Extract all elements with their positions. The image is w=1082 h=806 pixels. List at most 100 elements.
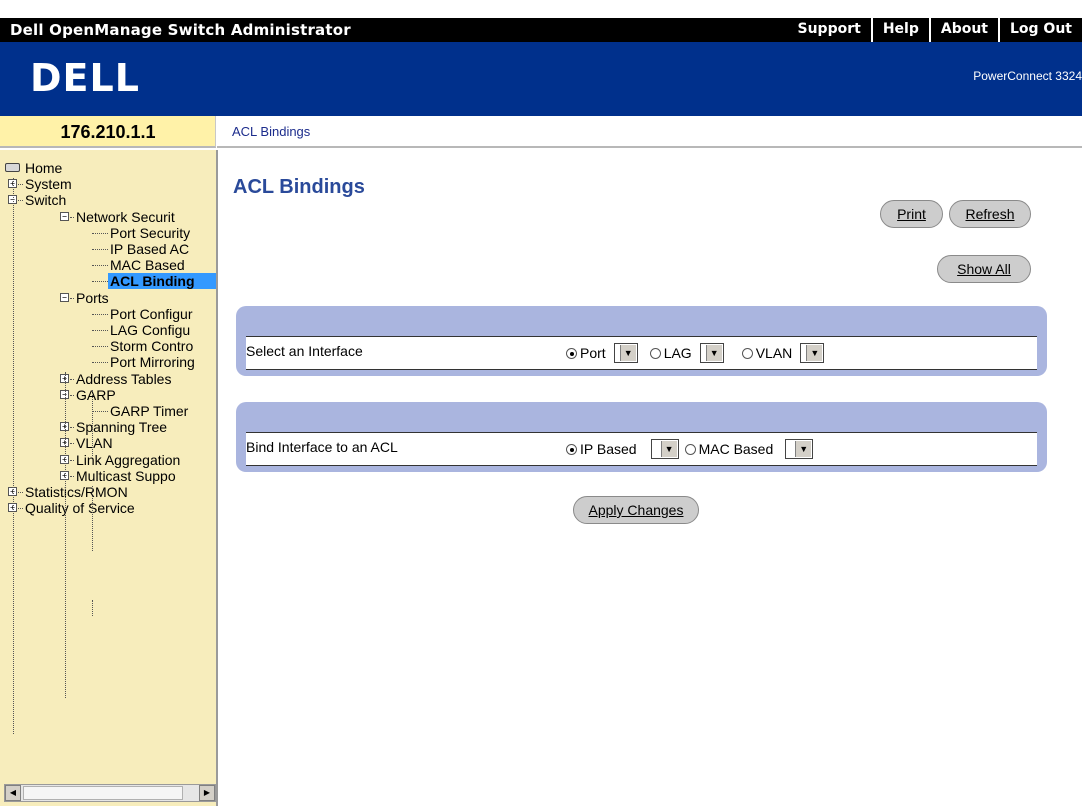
ip-based-acl-select[interactable]: ▼	[650, 439, 679, 459]
mac-based-radio[interactable]	[684, 443, 696, 455]
tree-connector	[18, 492, 23, 493]
tree-item-vlan[interactable]: VLAN	[76, 435, 113, 451]
port-select[interactable]: ▼	[613, 343, 638, 363]
ip-based-radio-label[interactable]: IP Based	[580, 441, 637, 457]
tree-connector	[92, 249, 108, 250]
refresh-button[interactable]: Refresh	[949, 200, 1031, 228]
tree-item-garp[interactable]: GARP	[76, 387, 116, 403]
vlan-radio[interactable]	[741, 347, 753, 359]
home-icon	[5, 163, 20, 172]
chevron-down-icon: ▼	[660, 441, 677, 457]
scroll-thumb[interactable]	[23, 786, 183, 800]
vlan-radio-label[interactable]: VLAN	[756, 345, 793, 361]
help-link[interactable]: Help	[870, 18, 929, 42]
tree-connector	[13, 178, 14, 734]
top-area: Dell OpenManage Switch Administrator Sup…	[0, 0, 1082, 42]
tree-item-spanning-tree[interactable]: Spanning Tree	[76, 419, 167, 435]
tree-item-port-security[interactable]: Port Security	[110, 225, 190, 241]
tree-connector	[70, 476, 74, 477]
tree-connector	[92, 314, 108, 315]
interface-row: Select an Interface Port ▼ LAG ▼ VLAN ▼	[246, 336, 1037, 370]
title-bar: Dell OpenManage Switch Administrator Sup…	[0, 18, 1082, 42]
print-button[interactable]: Print	[880, 200, 943, 228]
app-title: Dell OpenManage Switch Administrator	[10, 21, 351, 39]
tree-item-quality-of-service[interactable]: Quality of Service	[25, 500, 135, 516]
device-ip-bar: 176.210.1.1	[0, 116, 216, 148]
arrow-right-icon[interactable]: ▶	[199, 785, 215, 801]
port-radio[interactable]	[566, 347, 577, 359]
tree-connector	[92, 330, 108, 331]
navigation-tree: Home + System − Switch − Network Securit Port S…	[0, 150, 216, 782]
tree-connector	[65, 372, 66, 698]
tree-connector	[18, 184, 23, 185]
chevron-down-icon: ▼	[619, 345, 636, 361]
support-link[interactable]: Support	[788, 18, 871, 42]
mac-based-radio-label[interactable]: MAC Based	[699, 441, 774, 457]
tree-item-ports[interactable]: Ports	[76, 290, 109, 306]
tree-connector	[70, 460, 74, 461]
tree-connector	[92, 233, 108, 234]
mac-based-acl-select[interactable]: ▼	[785, 439, 814, 459]
tree-connector	[92, 411, 108, 412]
tree-item-address-tables[interactable]: Address Tables	[76, 371, 171, 387]
tree-item-port-mirroring[interactable]: Port Mirroring	[110, 354, 195, 370]
tree-connector	[18, 508, 23, 509]
chevron-down-icon: ▼	[705, 345, 722, 361]
tree-item-system[interactable]: System	[25, 176, 72, 192]
tree-connector	[92, 390, 93, 456]
interface-label: Select an Interface	[246, 343, 363, 359]
bind-acl-label: Bind Interface to an ACL	[246, 439, 398, 455]
lag-radio[interactable]	[649, 347, 661, 359]
tree-item-ip-based-ac[interactable]: IP Based AC	[110, 241, 189, 257]
tree-item-acl-binding[interactable]: ACL Binding	[108, 273, 216, 289]
horizontal-scrollbar[interactable]: ◀ ▶	[4, 784, 216, 802]
bind-acl-controls: IP Based ▼ MAC Based ▼	[566, 439, 814, 459]
vlan-select[interactable]: ▼	[800, 343, 825, 363]
ip-based-radio[interactable]	[566, 443, 577, 455]
minus-icon[interactable]: −	[60, 293, 69, 302]
tree-connector	[92, 486, 93, 551]
tree-item-lag-configu[interactable]: LAG Configu	[110, 322, 190, 338]
dell-logo: DELL	[30, 56, 140, 100]
tree-item-storm-contro[interactable]: Storm Contro	[110, 338, 193, 354]
interface-panel: Select an Interface Port ▼ LAG ▼ VLAN ▼	[236, 306, 1047, 376]
logout-link[interactable]: Log Out	[998, 18, 1082, 42]
tree-connector	[92, 281, 108, 282]
tree-item-garp-timer[interactable]: GARP Timer	[110, 403, 188, 419]
tree-item-multicast-suppo[interactable]: Multicast Suppo	[76, 468, 176, 484]
tree-item-statistics-rmon[interactable]: Statistics/RMON	[25, 484, 128, 500]
tree-connector	[92, 362, 108, 363]
tree-connector	[70, 298, 74, 299]
tree-item-network-securit[interactable]: Network Securit	[76, 209, 175, 225]
show-all-button[interactable]: Show All	[937, 255, 1031, 283]
tree-connector	[70, 379, 74, 380]
chevron-down-icon: ▼	[795, 441, 812, 457]
lag-radio-label[interactable]: LAG	[664, 345, 692, 361]
main-content: ACL Bindings Print Refresh Show All Sele…	[218, 150, 1082, 806]
breadcrumb-item[interactable]: ACL Bindings	[232, 124, 310, 139]
tree-item-home[interactable]: Home	[25, 160, 62, 176]
tree-connector	[92, 346, 108, 347]
bind-acl-row: Bind Interface to an ACL IP Based ▼ MAC …	[246, 432, 1037, 466]
tree-item-port-configur[interactable]: Port Configur	[110, 306, 192, 322]
about-link[interactable]: About	[928, 18, 998, 42]
device-model: PowerConnect 3324	[973, 69, 1082, 83]
minus-icon[interactable]: −	[60, 212, 69, 221]
apply-changes-button[interactable]: Apply Changes	[573, 496, 699, 524]
tree-connector	[70, 443, 74, 444]
tree-connector	[70, 395, 74, 396]
device-ip: 176.210.1.1	[60, 122, 156, 142]
navigation-tree-panel: Home + System − Switch − Network Securit Port S…	[0, 150, 218, 806]
lag-select[interactable]: ▼	[699, 343, 724, 363]
port-radio-label[interactable]: Port	[580, 345, 606, 361]
arrow-left-icon[interactable]: ◀	[5, 785, 21, 801]
tree-item-switch[interactable]: Switch	[25, 192, 66, 208]
tree-connector	[92, 600, 93, 616]
brand-banner: DELL PowerConnect 3324	[0, 42, 1082, 116]
tree-connector	[70, 427, 74, 428]
chevron-down-icon: ▼	[806, 345, 823, 361]
top-links: Support Help About Log Out	[788, 18, 1082, 42]
tree-item-mac-based[interactable]: MAC Based	[110, 257, 185, 273]
tree-connector	[70, 217, 74, 218]
breadcrumb: ACL Bindings	[217, 116, 1082, 148]
